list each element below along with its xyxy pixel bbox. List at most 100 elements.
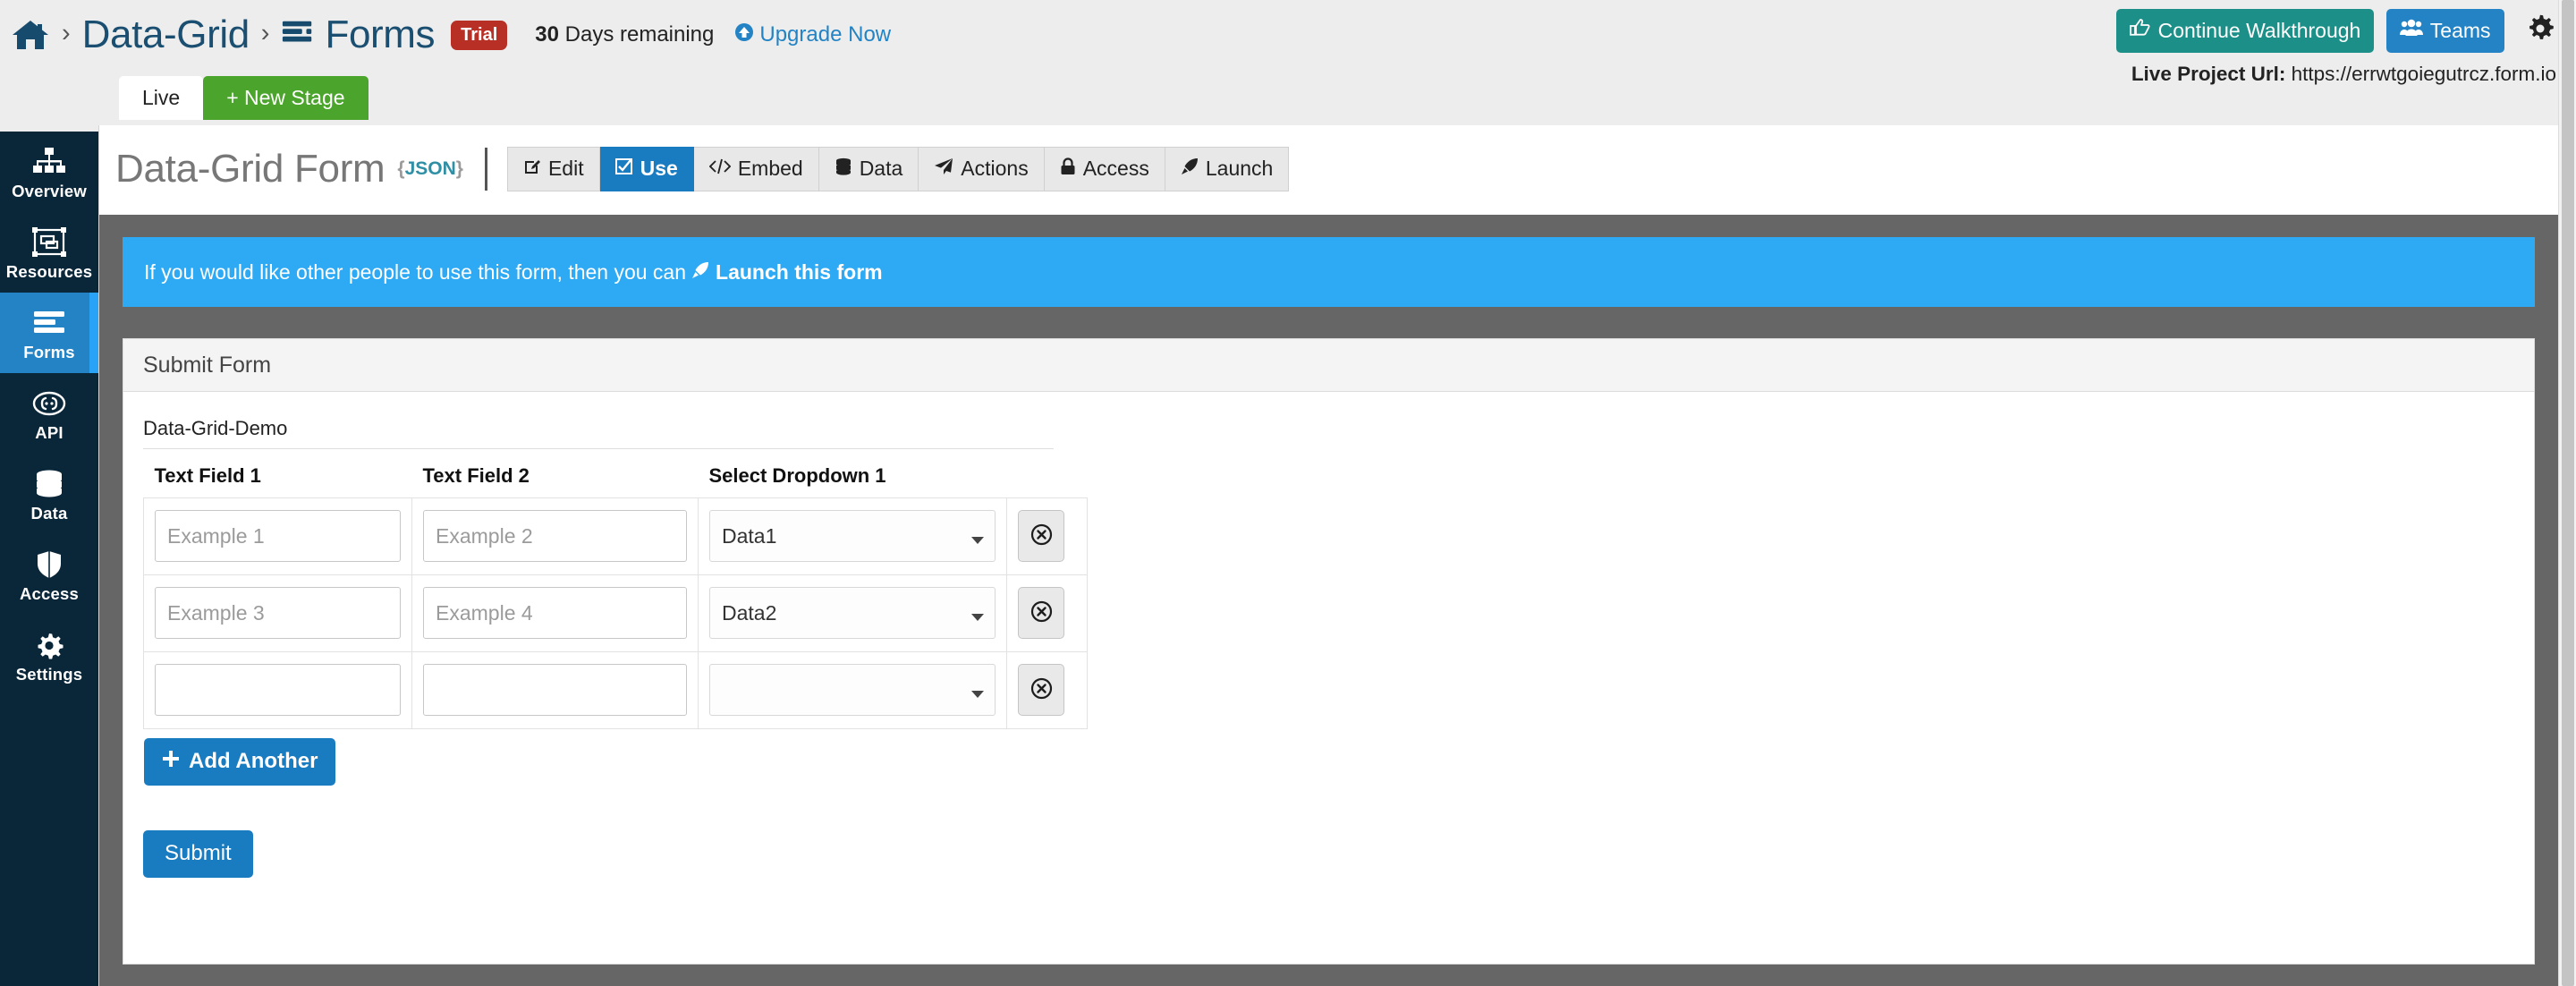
table-header-row: Text Field 1 Text Field 2 Select Dropdow… — [144, 455, 1088, 498]
select-dropdown-1[interactable]: Data2 — [709, 587, 996, 639]
continue-walkthrough-button[interactable]: Continue Walkthrough — [2115, 9, 2375, 53]
remove-row-button[interactable] — [1018, 510, 1064, 562]
users-icon — [2399, 18, 2423, 43]
cell-text-field-1 — [143, 497, 412, 575]
breadcrumb-project[interactable]: Data-Grid — [82, 13, 250, 57]
cell-remove — [1006, 651, 1088, 729]
datagrid-label: Data-Grid-Demo — [143, 417, 288, 439]
shield-icon — [0, 547, 98, 582]
resources-icon — [0, 225, 98, 260]
teams-button[interactable]: Teams — [2385, 9, 2504, 53]
tab-actions[interactable]: Actions — [919, 146, 1045, 192]
table-row: Data2 — [143, 574, 1088, 652]
check-square-icon — [614, 157, 633, 180]
select-wrapper: Data1 — [709, 510, 996, 562]
form-tabs: Edit Use Embed Data Actions Access Launc… — [506, 146, 1290, 192]
select-dropdown-1[interactable]: Data1 — [709, 510, 996, 562]
sidebar-item-resources[interactable]: Resources — [0, 212, 98, 293]
home-icon[interactable] — [11, 17, 50, 53]
trial-days-count: 30 — [535, 22, 559, 47]
thumbs-up-icon — [2129, 18, 2151, 43]
trial-days-label: Days remaining — [564, 22, 715, 47]
launch-form-alert: If you would like other people to use th… — [123, 237, 2535, 307]
plus-icon — [162, 749, 180, 774]
text-field-1-input[interactable] — [155, 664, 401, 716]
tab-label: Embed — [737, 156, 803, 180]
live-url-value[interactable]: https://errwtgoiegutrcz.form.io — [2292, 63, 2556, 85]
sidebar-item-data[interactable]: Data — [0, 454, 98, 534]
trial-badge: Trial — [451, 20, 508, 50]
add-another-button[interactable]: Add Another — [144, 738, 336, 786]
sidebar-item-overview[interactable]: Overview — [0, 132, 98, 212]
database-icon — [0, 466, 98, 502]
gear-icon[interactable] — [2524, 13, 2556, 49]
column-header-text-field-2: Text Field 2 — [422, 464, 530, 487]
select-dropdown-1[interactable] — [709, 664, 996, 716]
title-divider — [484, 148, 487, 191]
sidebar-item-forms[interactable]: Forms — [0, 293, 98, 373]
stage-tab-live[interactable]: Live — [119, 76, 204, 121]
cell-select-dropdown-1: Data1 — [698, 497, 1007, 575]
add-another-row: Add Another — [144, 738, 2514, 786]
tab-label: Edit — [547, 156, 584, 180]
cell-text-field-2 — [411, 574, 699, 652]
datagrid-rule — [143, 448, 1054, 449]
cell-remove — [1006, 497, 1088, 575]
json-link-label: JSON — [404, 158, 456, 179]
continue-walkthrough-label: Continue Walkthrough — [2157, 18, 2361, 42]
json-link[interactable]: {JSON} — [397, 158, 463, 180]
sidebar-item-label: Resources — [5, 262, 93, 281]
trial-days-text: 30 Days remaining — [535, 22, 714, 47]
tab-data[interactable]: Data — [818, 146, 919, 192]
remove-row-button[interactable] — [1018, 587, 1064, 639]
remove-circle-icon — [1030, 677, 1053, 702]
main-content-panel: Data-Grid Form {JSON} Edit Use Embed Dat… — [98, 125, 2558, 986]
vertical-scrollbar[interactable] — [2558, 0, 2576, 986]
launch-link-label: Launch this form — [716, 259, 883, 284]
sidebar-item-label: Overview — [12, 182, 87, 200]
remove-row-button[interactable] — [1018, 664, 1064, 716]
select-wrapper — [709, 664, 996, 716]
upgrade-now-link[interactable]: Upgrade Now — [734, 22, 891, 48]
tab-use[interactable]: Use — [599, 146, 694, 192]
column-header-actions — [1007, 455, 1088, 498]
text-field-2-input[interactable] — [423, 587, 687, 639]
tab-edit[interactable]: Edit — [506, 146, 600, 192]
sidebar-item-access[interactable]: Access — [0, 534, 98, 615]
tab-embed[interactable]: Embed — [693, 146, 819, 192]
text-field-1-input[interactable] — [155, 510, 401, 562]
sidebar-item-label: Forms — [23, 343, 75, 361]
pencil-square-icon — [523, 157, 541, 180]
upgrade-now-label: Upgrade Now — [759, 22, 892, 47]
scrollbar-thumb[interactable] — [2562, 0, 2574, 986]
tab-access[interactable]: Access — [1044, 146, 1165, 192]
text-field-2-input[interactable] — [423, 510, 687, 562]
add-another-label: Add Another — [189, 749, 318, 773]
tab-label: Use — [640, 156, 678, 180]
panel-body: Data-Grid-Demo Text Field 1 Text Field 2… — [123, 392, 2534, 878]
database-icon — [835, 157, 852, 180]
text-field-1-input[interactable] — [155, 587, 401, 639]
sidebar-item-settings[interactable]: Settings — [0, 615, 98, 695]
tab-label: Actions — [961, 156, 1029, 180]
table-row — [143, 651, 1088, 729]
cell-text-field-2 — [411, 651, 699, 729]
column-header-select-dropdown-1: Select Dropdown 1 — [708, 464, 886, 487]
tab-label: Access — [1082, 156, 1149, 180]
sidebar: Overview Resources Forms API Data Access — [0, 132, 98, 986]
tab-launch[interactable]: Launch — [1165, 146, 1290, 192]
stage-tabs: Live + New Stage — [119, 76, 369, 121]
sidebar-item-api[interactable]: API — [0, 373, 98, 454]
text-field-2-input[interactable] — [423, 664, 687, 716]
alert-text: If you would like other people to use th… — [144, 259, 687, 284]
new-stage-button[interactable]: + New Stage — [203, 76, 369, 121]
submit-button[interactable]: Submit — [143, 830, 253, 878]
breadcrumb-section[interactable]: Forms — [281, 13, 436, 57]
panel-heading: Submit Form — [123, 339, 2534, 392]
select-wrapper: Data2 — [709, 587, 996, 639]
launch-this-form-link[interactable]: Launch this form — [691, 260, 883, 285]
cell-text-field-2 — [411, 497, 699, 575]
sitemap-icon — [0, 144, 98, 180]
breadcrumb: › Data-Grid › Forms Trial 30 Days remain… — [11, 0, 891, 70]
gear-icon — [0, 627, 98, 663]
